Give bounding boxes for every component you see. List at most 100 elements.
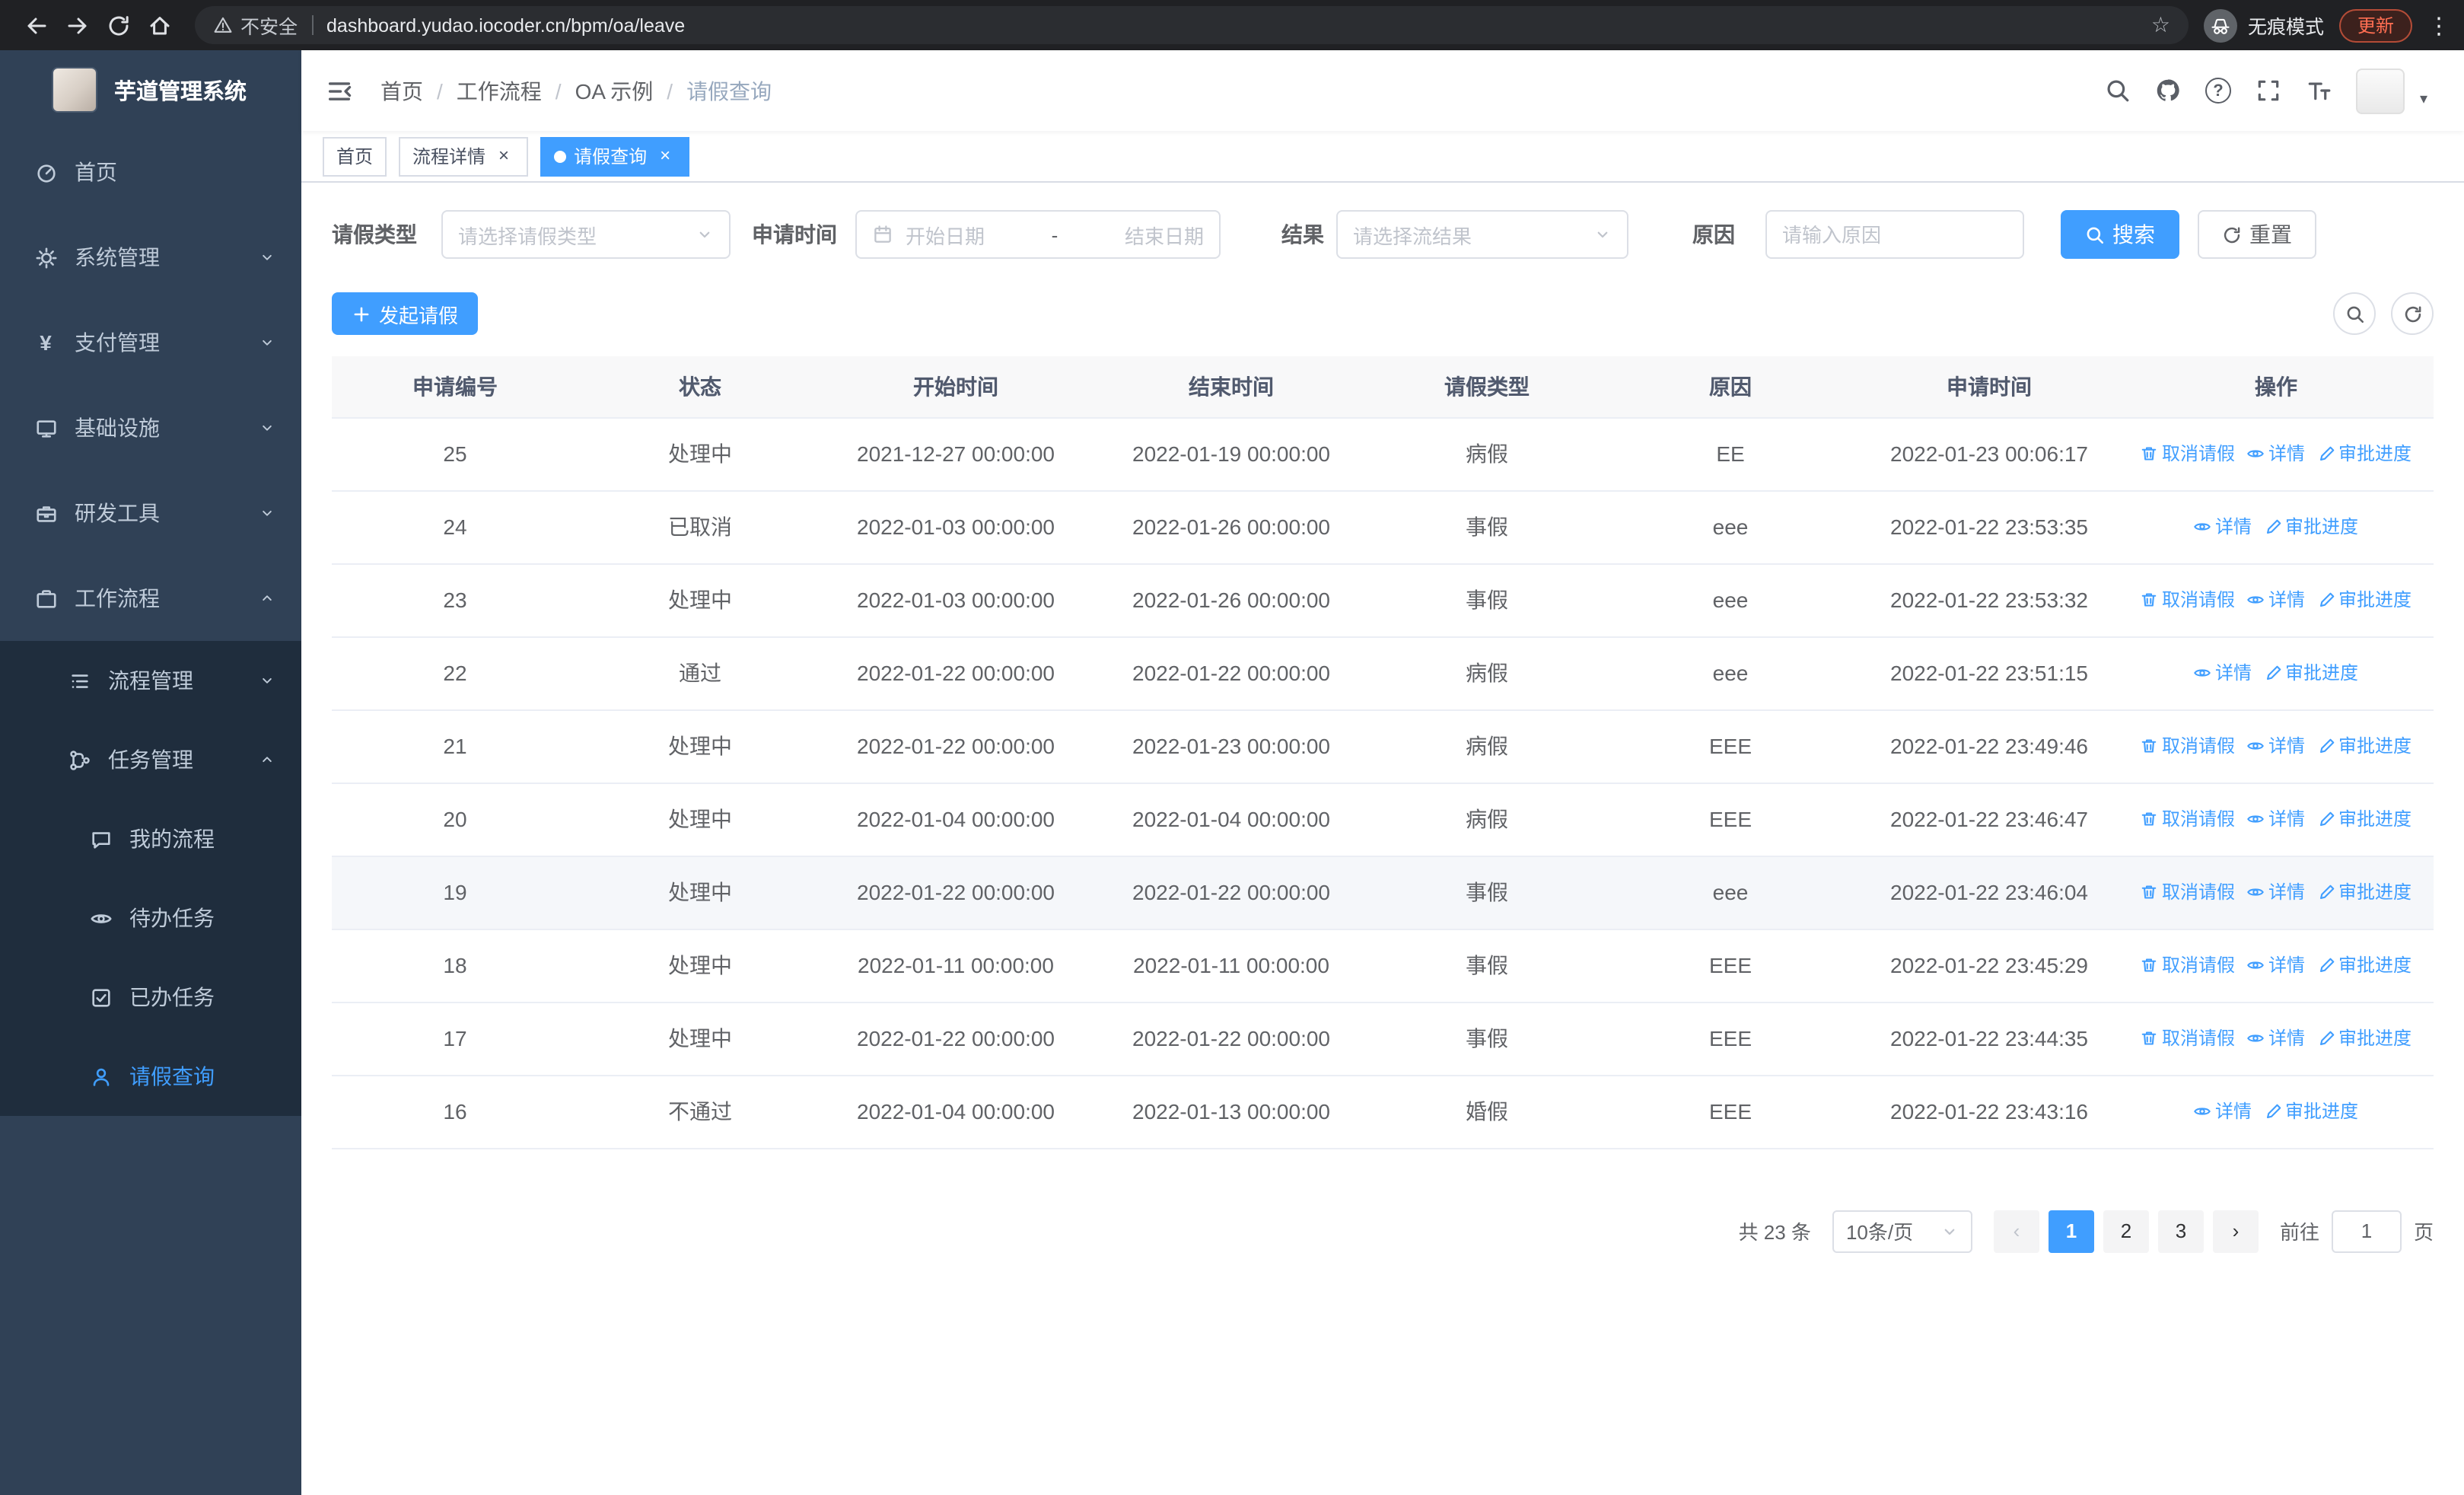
cancel-leave-link[interactable]: 取消请假	[2141, 879, 2235, 905]
cell-end-time: 2022-01-19 00:00:00	[1090, 417, 1373, 491]
filter-form: 请假类型 请选择请假类型 申请时间 开始日期 - 结束日期 结果 请选择流结果 …	[332, 210, 2434, 259]
reason-input[interactable]	[1782, 223, 2007, 246]
search-icon[interactable]	[2105, 78, 2131, 104]
progress-link[interactable]: 审批进度	[2317, 441, 2411, 467]
prev-page-button[interactable]: ‹	[1993, 1210, 2039, 1252]
reason-input-wrap	[1765, 210, 2024, 259]
leave-type-select[interactable]: 请选择请假类型	[441, 210, 731, 259]
security-warning[interactable]: 不安全	[213, 11, 298, 40]
detail-link[interactable]: 详情	[2247, 1025, 2305, 1051]
tab-leave-query[interactable]: 请假查询 ×	[540, 136, 690, 176]
progress-link[interactable]: 审批进度	[2264, 514, 2358, 540]
chevron-down-icon[interactable]: ▾	[2420, 91, 2427, 113]
sidebar-item-label: 我的流程	[129, 827, 215, 851]
page-2-button[interactable]: 2	[2103, 1210, 2149, 1252]
font-size-icon[interactable]	[2306, 78, 2332, 104]
sidebar-item-home[interactable]: 首页	[0, 129, 301, 215]
cell-status: 通过	[578, 636, 822, 710]
cancel-leave-link[interactable]: 取消请假	[2141, 441, 2235, 467]
url-text[interactable]: dashboard.yudao.iocoder.cn/bpm/oa/leave	[326, 14, 685, 36]
progress-link[interactable]: 审批进度	[2317, 952, 2411, 978]
browser-menu-icon[interactable]: ⋮	[2427, 11, 2450, 39]
progress-link[interactable]: 审批进度	[2264, 1098, 2358, 1124]
apply-time-range-picker[interactable]: 开始日期 - 结束日期	[855, 210, 1221, 259]
home-button[interactable]	[138, 5, 180, 46]
tab-home[interactable]: 首页	[323, 136, 387, 176]
page-size-select[interactable]: 10条/页	[1832, 1210, 1972, 1252]
close-icon[interactable]: ×	[654, 145, 676, 167]
address-bar[interactable]: 不安全 dashboard.yudao.iocoder.cn/bpm/oa/le…	[195, 6, 2189, 44]
goto-page-input[interactable]	[2331, 1210, 2402, 1252]
reset-button[interactable]: 重置	[2198, 210, 2316, 259]
sidebar-item-done-tasks[interactable]: 已办任务	[0, 958, 301, 1037]
reload-button[interactable]	[97, 5, 138, 46]
progress-link[interactable]: 审批进度	[2264, 660, 2358, 686]
sidebar-item-devtools[interactable]: 研发工具	[0, 470, 301, 556]
page-1-button[interactable]: 1	[2048, 1210, 2094, 1252]
sidebar-item-leave-query[interactable]: 请假查询	[0, 1037, 301, 1116]
sidebar-item-infrastructure[interactable]: 基础设施	[0, 385, 301, 470]
detail-link[interactable]: 详情	[2247, 879, 2305, 905]
cell-start-time: 2022-01-04 00:00:00	[822, 1075, 1090, 1149]
next-page-button[interactable]: ›	[2212, 1210, 2259, 1252]
cell-apply-time: 2022-01-23 00:06:17	[1860, 417, 2119, 491]
cancel-leave-link[interactable]: 取消请假	[2141, 1025, 2235, 1051]
sidebar-item-task-management[interactable]: 任务管理	[0, 720, 301, 799]
fullscreen-icon[interactable]	[2255, 78, 2281, 104]
tab-process-detail[interactable]: 流程详情 ×	[399, 136, 529, 176]
back-button[interactable]	[15, 5, 56, 46]
detail-link[interactable]: 详情	[2194, 1098, 2252, 1124]
page-3-button[interactable]: 3	[2157, 1210, 2204, 1252]
chevron-down-icon	[259, 505, 275, 521]
cancel-leave-link[interactable]: 取消请假	[2141, 733, 2235, 759]
search-toggle-button[interactable]	[2333, 292, 2376, 335]
search-button[interactable]: 搜索	[2061, 210, 2179, 259]
progress-link[interactable]: 审批进度	[2317, 806, 2411, 832]
close-icon[interactable]: ×	[493, 145, 514, 167]
collapse-sidebar-icon[interactable]	[326, 77, 353, 104]
result-select[interactable]: 请选择流结果	[1336, 210, 1628, 259]
sidebar-item-todo-tasks[interactable]: 待办任务	[0, 878, 301, 958]
chevron-up-icon	[259, 751, 275, 768]
progress-link[interactable]: 审批进度	[2317, 587, 2411, 613]
help-icon[interactable]: ?	[2205, 78, 2231, 104]
breadcrumb-item[interactable]: 首页	[380, 75, 423, 106]
progress-link[interactable]: 审批进度	[2317, 733, 2411, 759]
update-button[interactable]: 更新	[2338, 8, 2412, 42]
cell-reason: eee	[1601, 490, 1860, 564]
eye-icon	[2247, 445, 2265, 463]
cell-apply-time: 2022-01-22 23:44:35	[1860, 1002, 2119, 1076]
avatar[interactable]	[2355, 68, 2405, 113]
detail-link[interactable]: 详情	[2247, 587, 2305, 613]
sidebar-item-process-management[interactable]: 流程管理	[0, 641, 301, 720]
refresh-table-button[interactable]	[2391, 292, 2434, 335]
detail-link[interactable]: 详情	[2247, 806, 2305, 832]
sidebar-item-my-process[interactable]: 我的流程	[0, 799, 301, 878]
sidebar-item-system[interactable]: 系统管理	[0, 215, 301, 300]
breadcrumb-item[interactable]: 工作流程	[457, 75, 542, 106]
breadcrumb-separator: /	[555, 78, 562, 103]
breadcrumb-item[interactable]: OA 示例	[575, 75, 654, 106]
progress-link[interactable]: 审批进度	[2317, 879, 2411, 905]
forward-button[interactable]	[56, 5, 97, 46]
cell-end-time: 2022-01-11 00:00:00	[1090, 929, 1373, 1003]
cancel-leave-link[interactable]: 取消请假	[2141, 587, 2235, 613]
flow-icon	[67, 669, 91, 692]
sidebar-item-payment[interactable]: ¥ 支付管理	[0, 300, 301, 385]
create-leave-button[interactable]: 发起请假	[332, 292, 479, 335]
cell-operations: 取消请假 详情 审批进度	[2119, 929, 2434, 1003]
table-row: 21 处理中 2022-01-22 00:00:00 2022-01-23 00:00…	[332, 709, 2434, 783]
detail-link[interactable]: 详情	[2247, 733, 2305, 759]
progress-link[interactable]: 审批进度	[2317, 1025, 2411, 1051]
sidebar-item-label: 已办任务	[129, 985, 215, 1009]
cancel-leave-link[interactable]: 取消请假	[2141, 806, 2235, 832]
detail-link[interactable]: 详情	[2247, 952, 2305, 978]
logo[interactable]: 芋道管理系统	[0, 50, 301, 129]
sidebar-item-workflow[interactable]: 工作流程	[0, 556, 301, 641]
bookmark-star-icon[interactable]: ☆	[2151, 12, 2170, 38]
detail-link[interactable]: 详情	[2194, 660, 2252, 686]
detail-link[interactable]: 详情	[2247, 441, 2305, 467]
detail-link[interactable]: 详情	[2194, 514, 2252, 540]
github-icon[interactable]	[2155, 78, 2181, 104]
cancel-leave-link[interactable]: 取消请假	[2141, 952, 2235, 978]
